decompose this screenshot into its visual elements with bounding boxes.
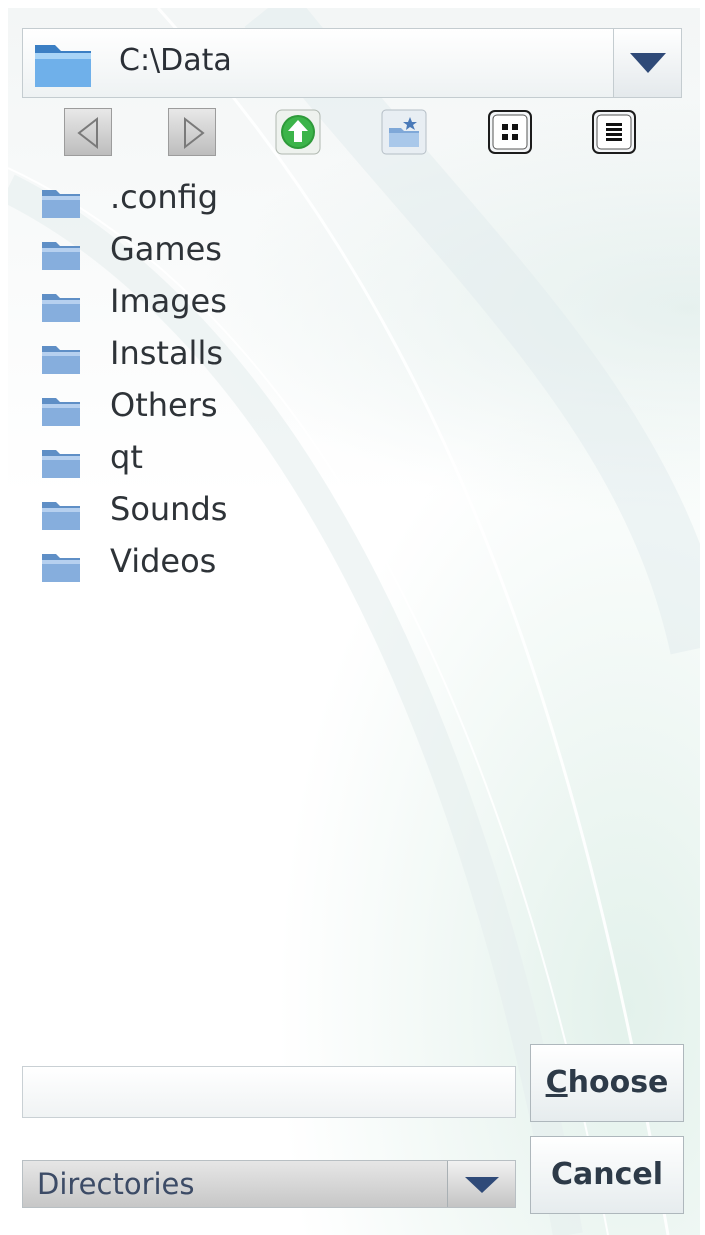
icon-view-icon [488, 110, 532, 154]
folder-icon [42, 502, 80, 530]
folder-icon [42, 450, 80, 478]
toolbar [8, 108, 700, 162]
path-combobox[interactable]: C:\Data [22, 28, 682, 98]
folder-name: Sounds [110, 490, 228, 528]
new-folder-icon [381, 109, 427, 155]
list-item-config[interactable]: .config [40, 176, 640, 228]
list-view-icon [592, 110, 636, 154]
folder-name: Videos [110, 542, 217, 580]
forward-button[interactable] [168, 108, 216, 156]
current-path: C:\Data [119, 43, 232, 78]
choose-accelerator: C [545, 1065, 568, 1100]
folder-name: Games [110, 230, 222, 268]
choose-label: hoose [567, 1065, 669, 1100]
folder-icon [42, 294, 80, 322]
up-directory-button[interactable] [274, 108, 322, 156]
list-item-games[interactable]: Games [40, 228, 640, 280]
filter-dropdown-button[interactable] [447, 1161, 515, 1207]
file-dialog: C:\Data .config Games Images Installs Ot… [8, 8, 700, 1235]
list-item-images[interactable]: Images [40, 280, 640, 332]
new-folder-button[interactable] [380, 108, 428, 156]
choose-button[interactable]: Choose [530, 1044, 684, 1122]
list-item-qt[interactable]: qt [40, 436, 640, 488]
folder-name: Installs [110, 334, 223, 372]
folder-icon [42, 190, 80, 218]
filter-selected: Directories [37, 1167, 195, 1201]
icon-view-button[interactable] [486, 108, 534, 156]
file-type-filter-combobox[interactable]: Directories [22, 1160, 516, 1208]
list-item-sounds[interactable]: Sounds [40, 488, 640, 540]
filename-input[interactable] [22, 1066, 516, 1118]
folder-name: qt [110, 438, 143, 476]
list-item-installs[interactable]: Installs [40, 332, 640, 384]
up-arrow-icon [275, 109, 321, 155]
chevron-down-icon [630, 53, 666, 73]
list-item-others[interactable]: Others [40, 384, 640, 436]
folder-icon [42, 346, 80, 374]
folder-icon [42, 398, 80, 426]
forward-icon [184, 116, 205, 150]
list-view-button[interactable] [590, 108, 638, 156]
chevron-down-icon [465, 1177, 499, 1193]
back-button[interactable] [64, 108, 112, 156]
folder-name: Others [110, 386, 218, 424]
folder-icon [35, 45, 91, 87]
list-item-videos[interactable]: Videos [40, 540, 640, 592]
back-icon [77, 116, 98, 150]
path-dropdown-button[interactable] [613, 29, 681, 97]
folder-icon [42, 242, 80, 270]
folder-list: .config Games Images Installs Others qt … [40, 176, 640, 592]
cancel-button[interactable]: Cancel [530, 1136, 684, 1214]
folder-name: .config [110, 178, 219, 216]
cancel-label: Cancel [550, 1157, 664, 1192]
folder-icon [42, 554, 80, 582]
folder-name: Images [110, 282, 227, 320]
